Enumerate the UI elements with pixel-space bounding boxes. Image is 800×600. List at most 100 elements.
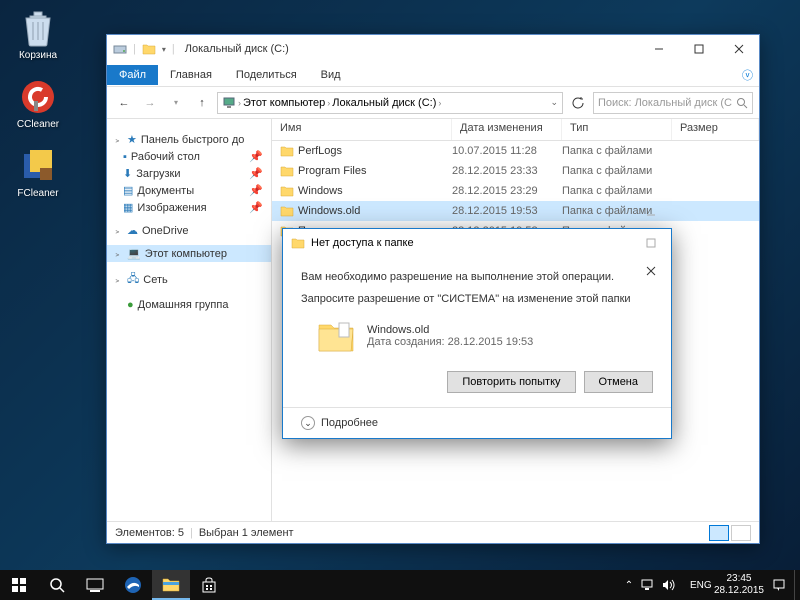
nav-onedrive[interactable]: ﹥☁OneDrive — [107, 222, 271, 239]
nav-label: Сеть — [143, 274, 167, 286]
qat-separator: | — [133, 43, 136, 55]
desktop-icon-recycle-bin[interactable]: Корзина — [8, 8, 68, 61]
qat-separator: | — [172, 43, 175, 55]
navigation-bar: ← → ▾ ↑ › Этот компьютер › Локальный дис… — [107, 87, 759, 119]
desktop-icon-label: FCleaner — [17, 188, 58, 199]
column-date[interactable]: Дата изменения — [452, 119, 562, 140]
column-size[interactable]: Размер — [672, 119, 759, 140]
nav-documents[interactable]: ▤Документы📌 — [107, 182, 271, 199]
tray-notifications-icon[interactable] — [772, 578, 794, 592]
taskbar: ⌃ ENG 23:45 28.12.2015 — [0, 570, 800, 600]
drive-icon — [113, 42, 127, 56]
tab-share[interactable]: Поделиться — [224, 65, 309, 85]
crumb-drive[interactable]: Локальный диск (C:) — [332, 97, 436, 109]
dialog-message-1: Вам необходимо разрешение на выполнение … — [301, 271, 653, 283]
pc-icon — [222, 97, 236, 109]
folder-thumbnail-icon — [315, 315, 357, 357]
dialog-close-button[interactable] — [631, 257, 671, 285]
access-denied-dialog: Нет доступа к папке Вам необходимо разре… — [282, 228, 672, 439]
column-type[interactable]: Тип — [562, 119, 672, 140]
status-selected: Выбран 1 элемент — [199, 527, 294, 539]
column-name[interactable]: Имя — [272, 119, 452, 140]
chevron-down-icon: ⌄ — [301, 416, 315, 430]
start-button[interactable] — [0, 570, 38, 600]
nav-pictures[interactable]: ▦Изображения📌 — [107, 199, 271, 216]
breadcrumb-dropdown-icon[interactable]: ⌄ — [550, 97, 558, 108]
minimize-button[interactable] — [639, 35, 679, 63]
retry-button[interactable]: Повторить попытку — [447, 371, 575, 393]
ccleaner-icon — [18, 77, 58, 117]
tab-file[interactable]: Файл — [107, 65, 158, 85]
ribbon-tabs: Файл Главная Поделиться Вид ⓥ — [107, 63, 759, 87]
nav-thispc[interactable]: ﹥💻Этот компьютер — [107, 245, 271, 262]
ribbon-collapse-icon[interactable]: ⓥ — [742, 67, 753, 83]
system-tray: ⌃ ENG 23:45 28.12.2015 — [618, 570, 800, 600]
nav-label: Панель быстрого до — [141, 134, 245, 146]
task-view-button[interactable] — [76, 570, 114, 600]
chevron-right-icon: › — [238, 98, 241, 108]
file-row[interactable]: Program Files28.12.2015 23:33Папка с фай… — [272, 161, 759, 181]
nav-label: Этот компьютер — [145, 248, 227, 260]
status-bar: Элементов: 5 | Выбран 1 элемент — [107, 521, 759, 543]
nav-back-button[interactable]: ← — [113, 92, 135, 114]
show-desktop-button[interactable] — [794, 570, 800, 600]
file-row[interactable]: Windows28.12.2015 23:29Папка с файлами — [272, 181, 759, 201]
nav-forward-button[interactable]: → — [139, 92, 161, 114]
nav-quick-access[interactable]: ﹥★Панель быстрого до — [107, 131, 271, 148]
folder-icon — [291, 237, 305, 249]
dialog-body: Вам необходимо разрешение на выполнение … — [283, 257, 671, 407]
view-details-button[interactable] — [709, 525, 729, 541]
file-row[interactable]: PerfLogs10.07.2015 11:28Папка с файлами — [272, 141, 759, 161]
fcleaner-icon — [18, 146, 58, 186]
refresh-button[interactable] — [567, 96, 589, 110]
nav-label: Изображения — [137, 202, 206, 214]
view-icons-button[interactable] — [731, 525, 751, 541]
crumb-thispc[interactable]: Этот компьютер — [243, 97, 325, 109]
tray-language[interactable]: ENG — [684, 580, 706, 591]
dialog-title-bar[interactable]: Нет доступа к папке — [283, 229, 671, 257]
dialog-title: Нет доступа к папке — [311, 237, 414, 249]
tray-date: 28.12.2015 — [714, 585, 764, 597]
nav-label: Домашняя группа — [138, 299, 229, 311]
nav-label: Документы — [137, 185, 194, 197]
search-icon — [736, 97, 748, 109]
breadcrumb[interactable]: › Этот компьютер › Локальный диск (C:) ›… — [217, 92, 563, 114]
navigation-pane: ﹥★Панель быстрого до ▪Рабочий стол📌 ⬇Заг… — [107, 119, 272, 521]
desktop-icons: Корзина CCleaner FCleaner — [8, 8, 68, 199]
close-button[interactable] — [719, 35, 759, 63]
tray-volume-icon[interactable] — [662, 579, 684, 591]
maximize-button[interactable] — [679, 35, 719, 63]
dialog-more-toggle[interactable]: ⌄ Подробнее — [283, 407, 671, 438]
taskbar-store[interactable] — [190, 570, 228, 600]
tray-network-icon[interactable] — [640, 579, 662, 591]
qat-dropdown[interactable]: ▾ — [162, 45, 166, 54]
nav-label: Рабочий стол — [131, 151, 200, 163]
tab-home[interactable]: Главная — [158, 65, 224, 85]
file-row[interactable]: Windows.old28.12.2015 19:53Папка с файла… — [272, 201, 759, 221]
nav-desktop[interactable]: ▪Рабочий стол📌 — [107, 148, 271, 165]
desktop-icon-ccleaner[interactable]: CCleaner — [8, 77, 68, 130]
desktop-icon-fcleaner[interactable]: FCleaner — [8, 146, 68, 199]
chevron-right-icon: › — [438, 98, 441, 108]
cancel-button[interactable]: Отмена — [584, 371, 653, 393]
folder-icon[interactable] — [142, 43, 156, 55]
dialog-more-label: Подробнее — [321, 417, 378, 429]
tab-view[interactable]: Вид — [309, 65, 353, 85]
nav-recent-button[interactable]: ▾ — [165, 92, 187, 114]
dialog-minimize-button[interactable] — [631, 201, 671, 229]
nav-homegroup[interactable]: ●Домашняя группа — [107, 297, 271, 313]
taskbar-edge[interactable] — [114, 570, 152, 600]
search-input[interactable]: Поиск: Локальный диск (C:) — [593, 92, 753, 114]
dialog-message-2: Запросите разрешение от "СИСТЕМА" на изм… — [301, 293, 653, 305]
tray-chevron-up-icon[interactable]: ⌃ — [618, 580, 640, 591]
taskbar-explorer[interactable] — [152, 570, 190, 600]
tray-clock[interactable]: 23:45 28.12.2015 — [706, 573, 772, 597]
title-bar[interactable]: | ▾ | Локальный диск (C:) — [107, 35, 759, 63]
desktop-icon-label: CCleaner — [17, 119, 59, 130]
nav-downloads[interactable]: ⬇Загрузки📌 — [107, 165, 271, 182]
search-button[interactable] — [38, 570, 76, 600]
chevron-right-icon: › — [327, 98, 330, 108]
nav-network[interactable]: ﹥🖧Сеть — [107, 268, 271, 291]
nav-up-button[interactable]: ↑ — [191, 92, 213, 114]
dialog-maximize-button[interactable] — [631, 229, 671, 257]
